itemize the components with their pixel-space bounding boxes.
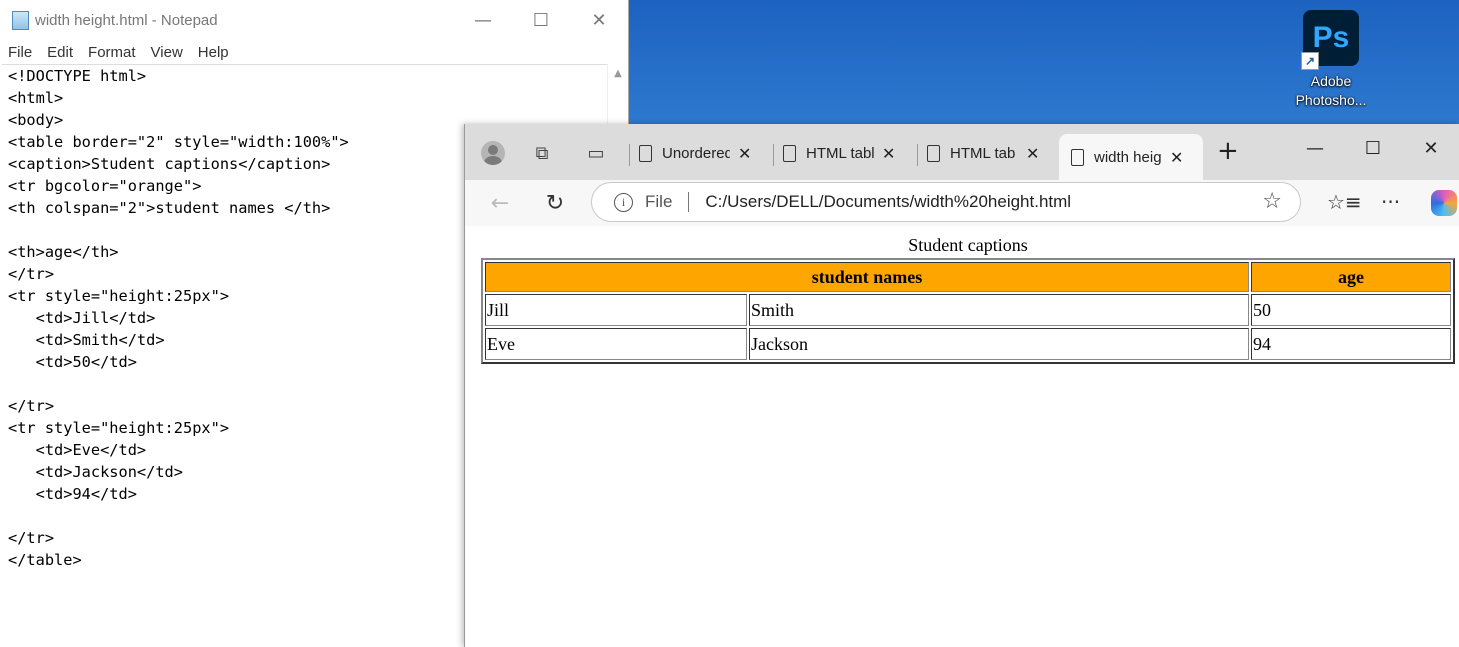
table-cell: Smith — [749, 294, 1249, 326]
maximize-button[interactable]: ☐ — [512, 0, 570, 40]
browser-window: ⧉ ▭ Unordered ✕ HTML tabl ✕ HTML tab ✕ w… — [464, 124, 1459, 647]
tab-strip: ⧉ ▭ Unordered ✕ HTML tabl ✕ HTML tab ✕ w… — [465, 124, 1459, 180]
tab-html-table-2[interactable]: HTML tab ✕ — [923, 134, 1059, 172]
favorites-icon[interactable]: ☆≡ — [1327, 190, 1362, 214]
tab-close-icon[interactable]: ✕ — [738, 144, 751, 163]
table-cell: 50 — [1251, 294, 1451, 326]
tab-separator — [917, 144, 918, 166]
page-content: Student captions student names age Jill … — [469, 226, 1459, 647]
shortcut-arrow-icon: ↗ — [1301, 52, 1319, 70]
back-arrow-icon[interactable]: ← — [487, 190, 513, 216]
photoshop-icon-text: Ps — [1312, 21, 1350, 54]
new-tab-button[interactable]: + — [1217, 138, 1239, 164]
minimize-button[interactable]: — — [1286, 124, 1344, 172]
notepad-title: width height.html - Notepad — [35, 11, 218, 29]
page-icon — [1071, 148, 1084, 166]
tab-label: HTML tab — [950, 144, 1016, 162]
scroll-up-icon[interactable]: ▲ — [608, 64, 628, 84]
vertical-tabs-icon[interactable]: ▭ — [583, 140, 609, 166]
student-table: Student captions student names age Jill … — [481, 235, 1455, 364]
desktop-icon-photoshop[interactable]: Ps ↗ Adobe Photosho... — [1290, 10, 1372, 110]
tab-separator — [629, 144, 630, 166]
table-row: Jill Smith 50 — [485, 294, 1451, 326]
tab-unordered[interactable]: Unordered ✕ — [635, 134, 773, 172]
table-caption: Student captions — [908, 235, 1028, 255]
address-url[interactable]: C:/Users/DELL/Documents/width%20height.h… — [705, 192, 1071, 212]
table-cell: Eve — [485, 328, 747, 360]
menu-format[interactable]: Format — [88, 44, 136, 61]
header-age: age — [1251, 262, 1451, 292]
address-scheme-label: File — [645, 192, 673, 211]
tab-label: HTML tabl — [806, 144, 874, 162]
address-separator — [688, 192, 690, 212]
notepad-title-bar[interactable]: width height.html - Notepad — ☐ ✕ — [0, 0, 628, 40]
address-bar[interactable]: i File C:/Users/DELL/Documents/width%20h… — [591, 182, 1301, 222]
maximize-button[interactable]: ☐ — [1344, 124, 1402, 172]
tab-width-height[interactable]: width heig ✕ — [1059, 134, 1203, 180]
page-icon — [639, 144, 652, 162]
tab-close-icon[interactable]: ✕ — [1170, 148, 1183, 167]
profile-avatar-icon — [481, 141, 505, 165]
menu-help[interactable]: Help — [198, 44, 229, 61]
profile-button[interactable] — [480, 140, 506, 166]
minimize-button[interactable]: — — [454, 0, 512, 40]
tab-html-table-1[interactable]: HTML tabl ✕ — [779, 134, 917, 172]
desktop-icon-label-line2: Photosho... — [1295, 92, 1367, 108]
tab-label: width heig — [1094, 148, 1162, 166]
table-row: Eve Jackson 94 — [485, 328, 1451, 360]
browser-window-controls: — ☐ ✕ — [1286, 124, 1459, 172]
table-cell: Jackson — [749, 328, 1249, 360]
page-icon — [927, 144, 940, 162]
table-cell: 94 — [1251, 328, 1451, 360]
tab-close-icon[interactable]: ✕ — [1026, 144, 1039, 163]
notepad-menu-bar: File Edit Format View Help — [0, 40, 628, 64]
photoshop-icon: Ps ↗ — [1301, 10, 1359, 70]
header-student-names: student names — [485, 262, 1249, 292]
info-icon[interactable]: i — [614, 192, 633, 212]
menu-edit[interactable]: Edit — [47, 44, 73, 61]
refresh-icon[interactable]: ↻ — [542, 190, 568, 216]
favorite-star-icon[interactable]: ☆ — [1262, 189, 1282, 214]
close-button[interactable]: ✕ — [1402, 124, 1459, 172]
table-header-row: student names age — [485, 262, 1451, 292]
notepad-window-controls: — ☐ ✕ — [454, 0, 628, 40]
page-icon — [783, 144, 796, 162]
table-cell: Jill — [485, 294, 747, 326]
browser-toolbar: ← ↻ i File C:/Users/DELL/Documents/width… — [465, 180, 1459, 226]
copilot-icon[interactable] — [1431, 190, 1457, 216]
tab-separator — [773, 144, 774, 166]
close-button[interactable]: ✕ — [570, 0, 628, 40]
tab-close-icon[interactable]: ✕ — [882, 144, 895, 163]
menu-file[interactable]: File — [8, 44, 32, 61]
notepad-icon — [12, 10, 29, 30]
menu-view[interactable]: View — [151, 44, 183, 61]
desktop-icon-label: Adobe Photosho... — [1290, 72, 1372, 110]
more-menu-icon[interactable]: ··· — [1381, 190, 1400, 214]
desktop-icon-label-line1: Adobe — [1310, 73, 1352, 89]
workspaces-icon[interactable]: ⧉ — [529, 140, 555, 166]
tab-label: Unordered — [662, 144, 730, 162]
